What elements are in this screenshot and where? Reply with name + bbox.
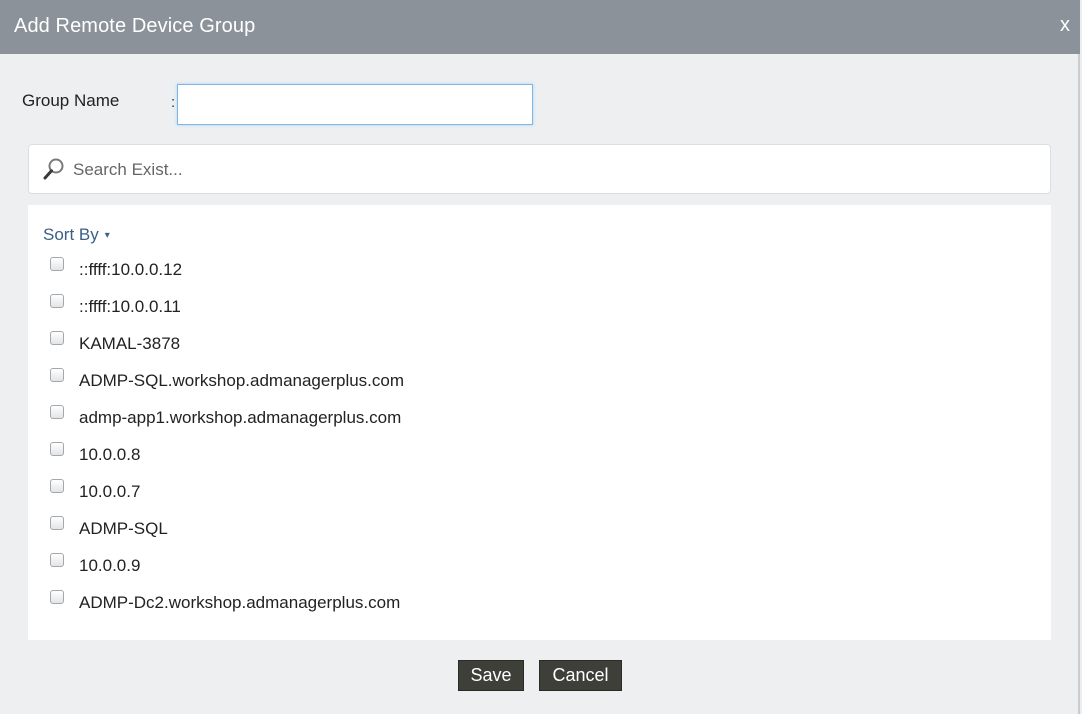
dialog-titlebar: Add Remote Device Group x (0, 0, 1080, 54)
item-checkbox[interactable] (50, 590, 64, 604)
cancel-button[interactable]: Cancel (539, 660, 622, 691)
item-checkbox[interactable] (50, 553, 64, 567)
item-label: KAMAL-3878 (79, 334, 181, 353)
item-label: ::ffff:10.0.0.11 (79, 297, 181, 316)
group-name-input[interactable] (177, 84, 533, 125)
save-button[interactable]: Save (458, 660, 524, 691)
list-item[interactable]: 10.0.0.7 (50, 479, 950, 509)
search-box[interactable] (28, 144, 1051, 194)
list-item[interactable]: 10.0.0.8 (50, 442, 950, 472)
item-checkbox[interactable] (50, 257, 64, 271)
item-checkbox[interactable] (50, 442, 64, 456)
search-icon (43, 158, 64, 180)
item-label: ADMP-SQL (79, 519, 168, 538)
group-name-label: Group Name (22, 91, 120, 110)
item-checkbox[interactable] (50, 294, 64, 308)
item-label: ADMP-Dc2.workshop.admanagerplus.com (79, 593, 401, 612)
list-item[interactable]: admp-app1.workshop.admanagerplus.com (50, 405, 950, 435)
chevron-down-icon: ▾ (104, 230, 110, 241)
list-item[interactable]: ::ffff:10.0.0.11 (50, 294, 950, 324)
item-label: ADMP-SQL.workshop.admanagerplus.com (79, 371, 405, 390)
item-checkbox[interactable] (50, 479, 64, 493)
dialog-title: Add Remote Device Group (14, 15, 256, 37)
close-icon[interactable]: x (1060, 14, 1070, 37)
list-item[interactable]: ::ffff:10.0.0.12 (50, 257, 950, 287)
device-list-panel: Sort By ▾ ::ffff:10.0.0.12::ffff:10.0.0.1… (28, 205, 1051, 640)
item-checkbox[interactable] (50, 405, 64, 419)
item-label: 10.0.0.9 (79, 556, 141, 575)
list-item[interactable]: 10.0.0.9 (50, 553, 950, 583)
item-checkbox[interactable] (50, 331, 64, 345)
search-input[interactable] (71, 155, 1035, 185)
item-checkbox[interactable] (50, 368, 64, 382)
sort-by-label: Sort By (43, 225, 99, 244)
list-item[interactable]: ADMP-Dc2.workshop.admanagerplus.com (50, 590, 950, 620)
group-name-colon: : (171, 94, 176, 111)
list-item[interactable]: KAMAL-3878 (50, 331, 950, 361)
item-label: ::ffff:10.0.0.12 (79, 260, 183, 279)
item-label: admp-app1.workshop.admanagerplus.com (79, 408, 402, 427)
add-remote-device-group-dialog: Add Remote Device Group x Group Name : S… (0, 0, 1080, 714)
item-label: 10.0.0.7 (79, 482, 141, 501)
list-item[interactable]: ADMP-SQL (50, 516, 950, 546)
sort-by-dropdown[interactable]: Sort By ▾ (43, 225, 110, 245)
item-checkbox[interactable] (50, 516, 64, 530)
item-label: 10.0.0.8 (79, 445, 141, 464)
list-item[interactable]: ADMP-SQL.workshop.admanagerplus.com (50, 368, 950, 398)
